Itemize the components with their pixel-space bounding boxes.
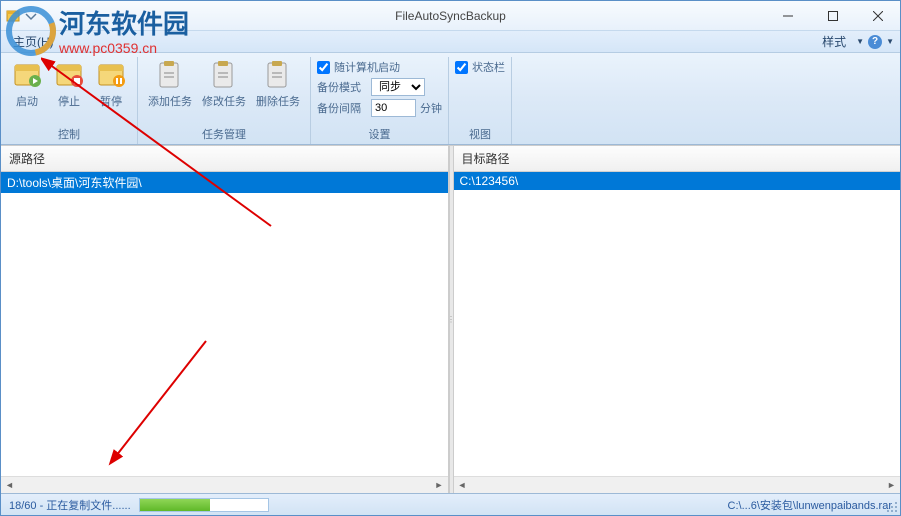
startup-checkbox[interactable] <box>317 61 330 74</box>
status-progress-text: 18/60 - 正在复制文件...... <box>9 497 131 513</box>
mode-select[interactable]: 同步 <box>371 78 425 96</box>
target-list[interactable]: C:\123456\ ◄ ► <box>454 172 901 493</box>
menu-home[interactable]: 主页(H) <box>7 31 60 52</box>
scroll-left-icon[interactable]: ◄ <box>1 477 18 494</box>
stop-button[interactable]: 停止 <box>49 57 89 111</box>
ribbon-group-task: 添加任务 修改任务 删除任务 任务管理 <box>138 57 311 144</box>
titlebar: FileAutoSyncBackup <box>1 1 900 31</box>
content-area: 源路径 D:\tools\桌面\河东软件园\ ◄ ► ⋮ 目标路径 C:\123… <box>1 145 900 493</box>
help-dropdown-icon[interactable]: ▼ <box>886 37 894 46</box>
source-list[interactable]: D:\tools\桌面\河东软件园\ ◄ ► <box>1 172 448 493</box>
delete-task-button[interactable]: 删除任务 <box>252 57 304 111</box>
close-button[interactable] <box>855 1 900 30</box>
edit-task-button[interactable]: 修改任务 <box>198 57 250 111</box>
help-icon[interactable]: ? <box>868 35 882 49</box>
menubar: 主页(H) 样式 ▼ ? ▼ <box>1 31 900 53</box>
status-path: C:\...6\安装包\lunwenpaibands.rar <box>728 497 892 513</box>
app-icon <box>5 8 21 24</box>
progress-bar <box>139 498 269 512</box>
source-row[interactable]: D:\tools\桌面\河东软件园\ <box>1 172 448 193</box>
statusbar-label: 状态栏 <box>472 59 505 75</box>
group-label-control: 控制 <box>7 124 131 144</box>
app-title: FileAutoSyncBackup <box>395 9 506 23</box>
maximize-button[interactable] <box>810 1 855 30</box>
statusbar-checkbox[interactable] <box>455 61 468 74</box>
add-task-icon <box>154 59 186 91</box>
startup-label: 随计算机启动 <box>334 59 400 75</box>
pause-icon <box>95 59 127 91</box>
target-panel: 目标路径 C:\123456\ ◄ ► <box>454 146 901 493</box>
interval-label: 备份间隔 <box>317 100 367 116</box>
scroll-right-icon[interactable]: ► <box>431 477 448 494</box>
menu-style[interactable]: 样式 <box>816 31 852 52</box>
resize-grip-icon[interactable] <box>886 501 898 513</box>
style-dropdown-icon[interactable]: ▼ <box>856 37 864 46</box>
qat-icon[interactable] <box>23 8 39 24</box>
ribbon-group-control: 启动 停止 暂停 控制 <box>1 57 138 144</box>
start-icon <box>11 59 43 91</box>
mode-label: 备份模式 <box>317 79 367 95</box>
group-label-view: 视图 <box>455 124 505 144</box>
pause-button[interactable]: 暂停 <box>91 57 131 111</box>
target-row[interactable]: C:\123456\ <box>454 172 901 190</box>
interval-input[interactable] <box>371 99 416 117</box>
delete-task-icon <box>262 59 294 91</box>
interval-unit: 分钟 <box>420 100 442 116</box>
target-scrollbar[interactable]: ◄ ► <box>454 476 901 493</box>
ribbon-group-settings: 随计算机启动 备份模式 同步 备份间隔 分钟 设置 <box>311 57 449 144</box>
group-label-task: 任务管理 <box>144 124 304 144</box>
stop-icon <box>53 59 85 91</box>
minimize-button[interactable] <box>765 1 810 30</box>
ribbon: 启动 停止 暂停 控制 添加任务 修改任务 <box>1 53 900 145</box>
source-scrollbar[interactable]: ◄ ► <box>1 476 448 493</box>
source-panel: 源路径 D:\tools\桌面\河东软件园\ ◄ ► <box>1 146 449 493</box>
group-label-settings: 设置 <box>317 124 442 144</box>
ribbon-group-view: 状态栏 视图 <box>449 57 512 144</box>
edit-task-icon <box>208 59 240 91</box>
source-header[interactable]: 源路径 <box>1 146 448 172</box>
progress-fill <box>140 499 210 511</box>
statusbar: 18/60 - 正在复制文件...... C:\...6\安装包\lunwenp… <box>1 493 900 515</box>
scroll-right-icon[interactable]: ► <box>883 477 900 494</box>
add-task-button[interactable]: 添加任务 <box>144 57 196 111</box>
start-button[interactable]: 启动 <box>7 57 47 111</box>
target-header[interactable]: 目标路径 <box>454 146 901 172</box>
scroll-left-icon[interactable]: ◄ <box>454 477 471 494</box>
